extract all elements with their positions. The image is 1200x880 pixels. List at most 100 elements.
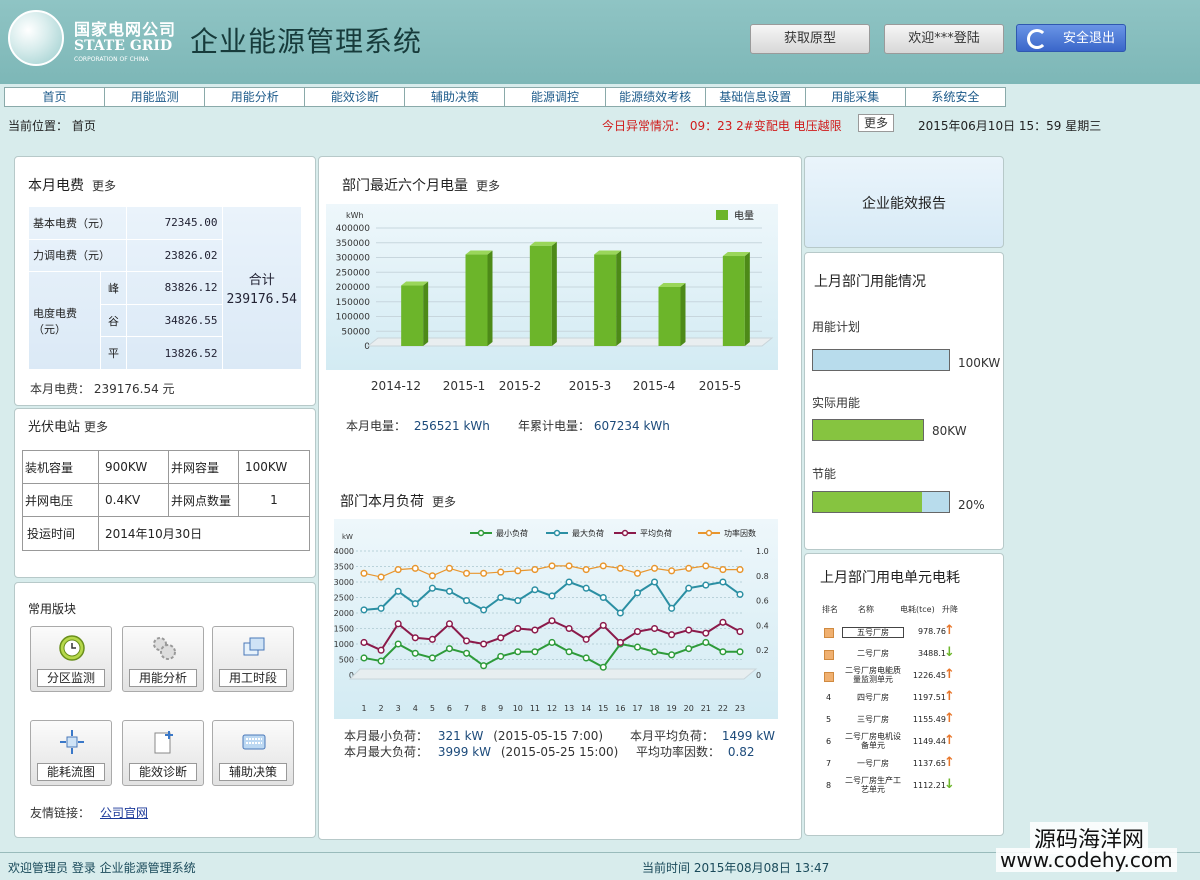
line-point-最小负荷 (360, 654, 368, 662)
nav-item-collection[interactable]: 用能采集 (806, 88, 906, 106)
line-point-平均负荷 (736, 628, 744, 636)
fee-elec-label: 电度电费（元） (28, 271, 101, 370)
line-point-平均负荷 (394, 620, 402, 628)
welcome-login-button[interactable]: 欢迎***登陆 (884, 24, 1004, 54)
line-point-功率因数 (736, 566, 744, 574)
line-y2-tick: 0.4 (756, 621, 769, 630)
line-point-功率因数 (462, 569, 471, 577)
bar-y-tick: 100000 (336, 313, 371, 323)
line-point-最大负荷 (565, 578, 573, 586)
fee-summary: 本月电费： 239176.54 元 (30, 382, 175, 396)
get-prototype-button[interactable]: 获取原型 (750, 24, 870, 54)
shortcuts-panel (14, 582, 316, 838)
company-site-link[interactable]: 公司官网 (100, 804, 148, 821)
line-point-最小负荷 (394, 640, 402, 648)
line-point-平均负荷 (565, 624, 573, 633)
line-x-label: 16 (615, 704, 625, 713)
line-x-label: 13 (564, 704, 574, 713)
line-point-平均负荷 (685, 626, 693, 634)
line-floor (348, 668, 758, 680)
shortcut-energy-flow-label: 能耗流图 (37, 763, 105, 781)
line-legend-label: 功率因数 (724, 528, 756, 538)
fee-adjust-value: 23826.02 (126, 238, 223, 273)
pv-more-link[interactable]: 更多 (84, 420, 108, 434)
nav-item-basic-settings[interactable]: 基础信息设置 (706, 88, 806, 106)
year-usage-value: 607234 kWh (593, 419, 670, 433)
actual-bar (812, 419, 924, 441)
unit-row-value: 1226.45 (912, 671, 946, 680)
pv-grid-voltage-value: 0.4KV (98, 483, 169, 517)
header-trend: 升降 (942, 605, 958, 614)
bar-2015-5 (722, 256, 745, 346)
line-point-最小负荷 (650, 648, 659, 656)
line-x-label: 4 (413, 704, 418, 713)
footer-welcome: 欢迎管理员 登录 企业能源管理系统 (8, 861, 196, 875)
line-x-label: 23 (735, 704, 745, 713)
load-more-link[interactable]: 更多 (432, 495, 456, 509)
shortcut-decision-support[interactable]: 辅助决策 (212, 720, 294, 786)
line-point-功率因数 (599, 562, 607, 570)
fee-valley-value: 34826.55 (126, 303, 223, 338)
shortcut-zone-monitor[interactable]: 分区监测 (30, 626, 112, 692)
line-point-功率因数 (702, 562, 710, 570)
unit-row: 6 二号厂房电机设备单元 1149.44 ↑ (818, 732, 1000, 754)
monthly-fee-more-link[interactable]: 更多 (92, 179, 116, 193)
nav-item-home[interactable]: 首页 (5, 88, 106, 106)
min-load-value: 321 kW (437, 729, 484, 743)
unit-row-value: 1155.49 (912, 715, 946, 724)
line-point-最大负荷 (377, 604, 385, 612)
line-point-最小负荷 (685, 645, 693, 653)
arrow-up-icon: ↑ (944, 623, 955, 638)
unit-row: 1 五号厂房 978.76↑ (818, 622, 1000, 644)
line-point-最大负荷 (480, 606, 488, 614)
logout-button[interactable]: 安全退出 (1016, 24, 1126, 52)
nav-item-security[interactable]: 系统安全 (906, 88, 1005, 106)
nav-item-diagnosis[interactable]: 能效诊断 (305, 88, 406, 106)
line-point-功率因数 (445, 564, 454, 572)
pv-grid-capacity-value: 100KW (238, 450, 310, 484)
plan-value: 100KW (958, 356, 1001, 370)
unit-row-rank: 6 (826, 737, 832, 746)
power-factor-row: 平均功率因数： 0.82 (636, 743, 755, 760)
line-point-最小负荷 (445, 645, 454, 653)
month-usage-row: 本月电量： 256521 kWh (346, 417, 490, 434)
nav-item-control[interactable]: 能源调控 (505, 88, 606, 106)
line-y2-tick: 0.8 (756, 572, 769, 581)
shortcut-efficiency-diagnosis[interactable]: 能效诊断 (122, 720, 204, 786)
nav-item-decision[interactable]: 辅助决策 (405, 88, 506, 106)
pv-operation-label: 投运时间 (22, 516, 99, 551)
bar-y-tick: 0 (364, 342, 370, 352)
nav-item-analysis[interactable]: 用能分析 (205, 88, 306, 106)
line-point-平均负荷 (497, 634, 505, 642)
shortcut-energy-flow[interactable]: 能耗流图 (30, 720, 112, 786)
saving-bar-fill (813, 492, 922, 512)
line-chart-area: kW 0 500 1000 1500 2000 2500 3000 3500 4000 0 0.2 0.… (334, 519, 778, 719)
line-point-最大负荷 (650, 578, 659, 586)
max-load-time: (2015-05-25 15:00) (500, 745, 619, 759)
gears-icon (153, 637, 176, 660)
shortcut-work-period[interactable]: 用工时段 (212, 626, 294, 692)
shortcut-efficiency-diagnosis-label: 能效诊断 (129, 763, 197, 781)
nav-item-monitor[interactable]: 用能监测 (105, 88, 206, 106)
bar-2015-2 (529, 245, 552, 346)
efficiency-report-button[interactable]: 企业能效报告 (804, 156, 1004, 248)
shortcut-usage-analysis[interactable]: 用能分析 (122, 626, 204, 692)
six-month-more-link[interactable]: 更多 (476, 179, 500, 193)
system-title: 企业能源管理系统 (190, 25, 423, 58)
nav-item-performance[interactable]: 能源绩效考核 (606, 88, 706, 106)
fee-table: 基本电费（元） 72345.00 合计 239176.54 力调电费（元） 23… (28, 206, 303, 370)
saving-bar (812, 491, 950, 513)
line-x-label: 7 (464, 704, 469, 713)
shortcuts-title: 常用版块 (28, 602, 77, 616)
bar-x-label: 2015-4 (633, 379, 676, 393)
load-line-chart: kW0500100015002000250030003500400000.20.… (334, 528, 769, 713)
unit-row-rank: 1 (824, 628, 834, 638)
pv-grid-points-value: 1 (238, 483, 310, 517)
bar-side (680, 283, 686, 346)
globe-logo-icon (8, 10, 64, 66)
alert-more-button[interactable]: 更多 (858, 114, 894, 132)
efficiency-report-label: 企业能效报告 (862, 196, 946, 212)
line-point-平均负荷 (616, 638, 624, 646)
shortcut-zone-monitor-label: 分区监测 (37, 669, 105, 687)
bar-y-tick: 400000 (336, 224, 371, 234)
